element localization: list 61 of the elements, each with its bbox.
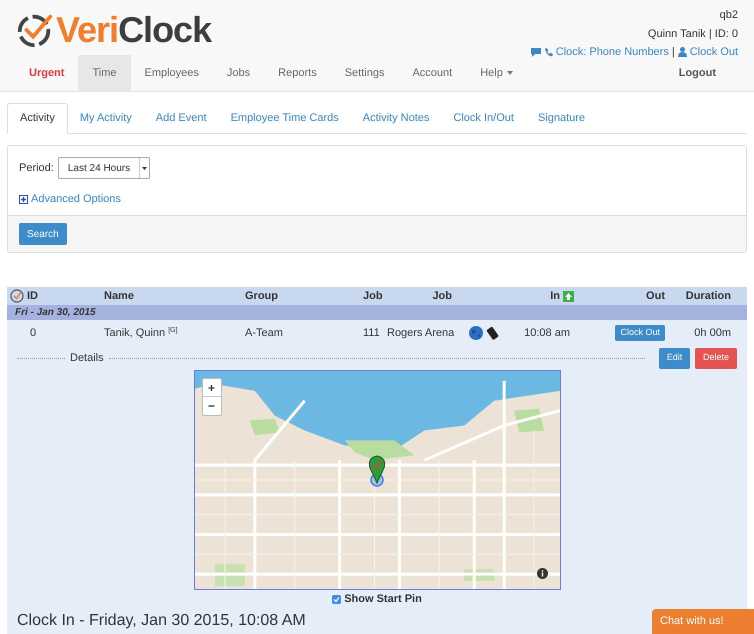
caret-icon xyxy=(506,71,513,75)
logo-text: VeriClock xyxy=(56,12,212,48)
column-header: Job xyxy=(432,288,452,304)
search-button[interactable]: Search xyxy=(19,223,67,245)
group-row: Fri - Jan 30, 2015 xyxy=(7,305,747,320)
column-header: Name xyxy=(104,288,134,304)
column-header: Duration xyxy=(686,288,731,304)
globe-icon xyxy=(468,326,482,340)
edit-button[interactable]: Edit xyxy=(659,348,690,368)
nav-item[interactable]: Time xyxy=(78,55,130,91)
table-cell: Tanik, Quinn $^{[G]}$ xyxy=(104,326,178,339)
column-header: Job xyxy=(363,288,383,304)
chat-icon xyxy=(530,48,541,57)
period-label: Period: xyxy=(19,160,54,176)
column-header: In xyxy=(550,288,560,304)
table-cell-text: 0h 00m xyxy=(694,326,731,341)
tab[interactable]: Activity Notes xyxy=(350,103,442,134)
tab[interactable]: My Activity xyxy=(68,103,144,134)
period-select[interactable]: Last 24 Hours xyxy=(58,157,150,179)
company-name: qb2 xyxy=(720,8,738,23)
nav-item[interactable]: Reports xyxy=(264,55,331,91)
sort-up-icon[interactable] xyxy=(563,290,574,302)
info-icon[interactable] xyxy=(536,568,548,579)
nav-item[interactable]: Account xyxy=(398,55,466,91)
details-label: Details xyxy=(69,350,105,366)
clock-out-button[interactable]: Clock Out xyxy=(615,325,665,341)
column-header: ID xyxy=(27,288,38,304)
table-cell: A-Team xyxy=(245,326,283,339)
nav-item[interactable]: Urgent xyxy=(15,55,78,91)
person-icon xyxy=(678,47,687,58)
zoom-in-button[interactable]: + xyxy=(202,379,220,397)
column-header: Group xyxy=(245,288,278,304)
nav-item[interactable]: Settings xyxy=(330,55,398,91)
nav-item[interactable]: Help xyxy=(466,55,527,91)
map-pin-icon xyxy=(366,455,386,487)
tab[interactable]: Employee Time Cards xyxy=(218,103,351,134)
chat-button[interactable]: Chat with us! xyxy=(652,609,754,634)
phone-icon xyxy=(486,326,500,340)
table-cell: 111 xyxy=(363,326,380,339)
zoom-out-button[interactable]: − xyxy=(202,397,220,415)
show-start-pin-checkbox[interactable] xyxy=(332,594,342,604)
tab[interactable]: Add Event xyxy=(144,103,219,134)
map[interactable]: + − xyxy=(194,370,560,590)
expand-icon xyxy=(19,194,28,204)
user-name-id: Quinn Tanik | ID: 0 xyxy=(648,26,738,42)
clock-in-heading: Clock In - Friday, Jan 30 2015, 10:08 AM xyxy=(17,612,306,628)
tab[interactable]: Clock In/Out xyxy=(441,103,526,134)
caret-icon xyxy=(142,166,147,170)
clock-icon xyxy=(10,289,24,303)
tab[interactable]: Signature xyxy=(526,103,598,134)
column-header: Out xyxy=(646,288,665,304)
advanced-options-link[interactable]: Advanced Options xyxy=(31,191,121,208)
table-cell-text: Rogers Arena xyxy=(387,326,454,341)
table-cell-text: 10:08 am xyxy=(524,326,570,341)
nav-item[interactable]: Employees xyxy=(130,55,213,91)
table-cell: 0 xyxy=(30,326,36,339)
tab[interactable]: Activity xyxy=(7,103,68,134)
phone-icon xyxy=(544,48,553,57)
delete-button[interactable]: Delete xyxy=(695,348,737,368)
show-start-pin-label: Show Start Pin xyxy=(344,592,422,607)
nav-item[interactable]: Jobs xyxy=(212,55,264,91)
